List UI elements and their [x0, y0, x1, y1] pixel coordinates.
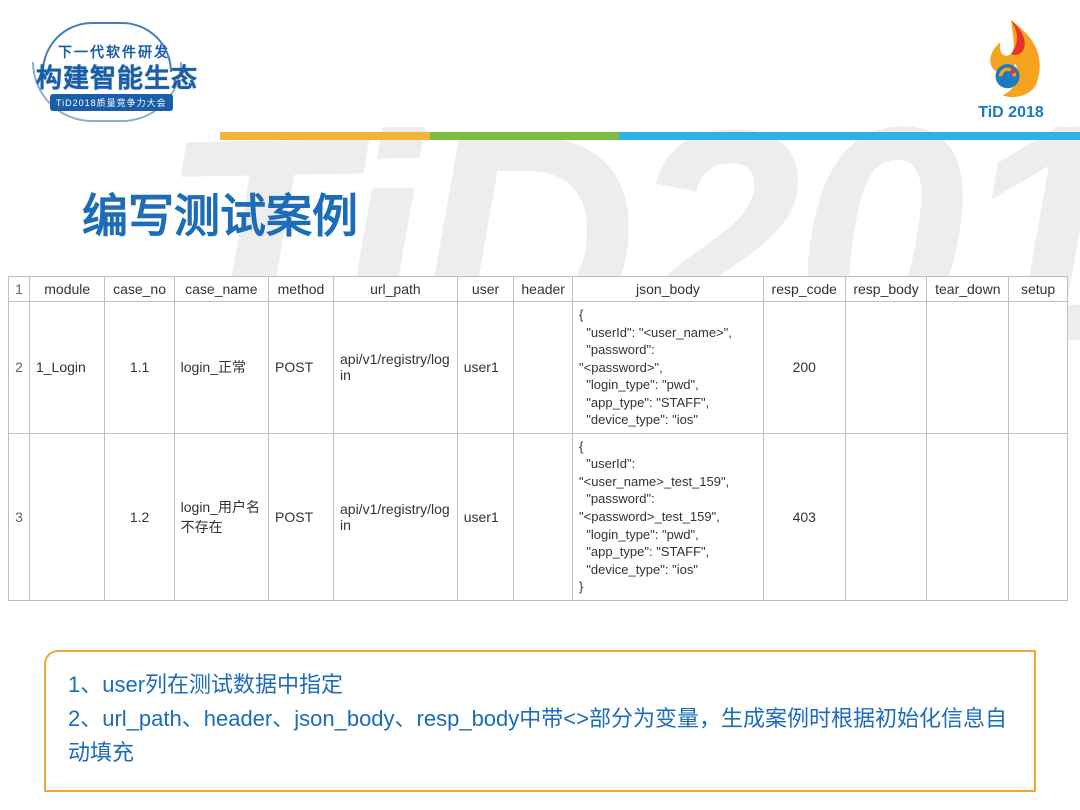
accent-bar-blue [619, 132, 1080, 140]
col-json-body: json_body [573, 277, 764, 302]
cell-url-path: api/v1/registry/login [334, 302, 458, 434]
col-url-path: url_path [334, 277, 458, 302]
cell-resp-code: 403 [763, 433, 845, 600]
col-user: user [457, 277, 514, 302]
accent-bar-green [430, 132, 619, 140]
cell-tear-down [927, 433, 1009, 600]
cell-module [29, 433, 104, 600]
cell-tear-down [927, 302, 1009, 434]
col-case-no: case_no [105, 277, 174, 302]
col-setup: setup [1009, 277, 1068, 302]
testcase-table: 1 module case_no case_name method url_pa… [8, 276, 1068, 601]
cell-case-no: 1.1 [105, 302, 174, 434]
row-number: 3 [9, 433, 30, 600]
accent-bar-yellow [220, 132, 430, 140]
table-header-row: 1 module case_no case_name method url_pa… [9, 277, 1068, 302]
logo-title: 构建智能生态 [36, 58, 198, 95]
row-number: 2 [9, 302, 30, 434]
cell-resp-code: 200 [763, 302, 845, 434]
cell-json-body: { "userId": "<user_name>", "password": "… [573, 302, 764, 434]
cell-setup [1009, 302, 1068, 434]
slide-title: 编写测试案例 [82, 180, 1080, 246]
cell-resp-body [845, 302, 927, 434]
cell-method: POST [269, 302, 334, 434]
event-logo-right: TiD 2018 [968, 16, 1054, 122]
cell-case-no: 1.2 [105, 433, 174, 600]
flame-icon [968, 16, 1054, 102]
logo-badge: TiD2018质量竞争力大会 [50, 94, 173, 111]
top-bar: 下一代软件研发 构建智能生态 TiD2018质量竞争力大会 [0, 0, 1080, 140]
cell-module: 1_Login [29, 302, 104, 434]
logo-right-caption: TiD 2018 [968, 104, 1054, 122]
cell-resp-body [845, 433, 927, 600]
row-number: 1 [9, 277, 30, 302]
cell-url-path: api/v1/registry/login [334, 433, 458, 600]
notes-box: 1、user列在测试数据中指定 2、url_path、header、json_b… [44, 650, 1036, 792]
note-line-2: 2、url_path、header、json_body、resp_body中带<… [68, 702, 1012, 770]
cell-header [514, 302, 573, 434]
col-module: module [29, 277, 104, 302]
col-resp-code: resp_code [763, 277, 845, 302]
table-row: 3 1.2login_用户名不存在POSTapi/v1/registry/logi… [9, 433, 1068, 600]
cell-case-name: login_正常 [174, 302, 268, 434]
cell-case-name: login_用户名不存在 [174, 433, 268, 600]
col-method: method [269, 277, 334, 302]
col-header: header [514, 277, 573, 302]
note-line-1: 1、user列在测试数据中指定 [68, 668, 1012, 702]
cell-json-body: { "userId": "<user_name>_test_159", "pas… [573, 433, 764, 600]
cell-user: user1 [457, 302, 514, 434]
col-tear-down: tear_down [927, 277, 1009, 302]
col-case-name: case_name [174, 277, 268, 302]
cell-setup [1009, 433, 1068, 600]
col-resp-body: resp_body [845, 277, 927, 302]
cell-user: user1 [457, 433, 514, 600]
table-row: 21_Login1.1login_正常POSTapi/v1/registry/l… [9, 302, 1068, 434]
cell-method: POST [269, 433, 334, 600]
cell-header [514, 433, 573, 600]
